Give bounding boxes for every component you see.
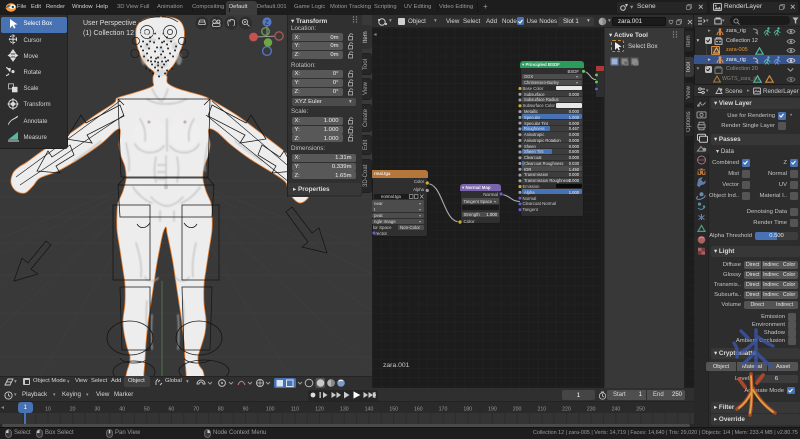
svg-text:150: 150 <box>389 406 398 412</box>
svg-text:20: 20 <box>70 406 76 412</box>
svg-text:80: 80 <box>218 406 224 412</box>
svg-text:190: 190 <box>488 406 497 412</box>
svg-text:210: 210 <box>537 406 546 412</box>
svg-text:User Perspective: User Perspective <box>83 20 136 27</box>
svg-text:30: 30 <box>95 406 101 412</box>
svg-text:110: 110 <box>291 406 299 412</box>
svg-text:40: 40 <box>119 406 125 412</box>
svg-text:(1) Collection 12 | zara-005: (1) Collection 12 | zara-005 <box>83 30 167 37</box>
svg-text:200: 200 <box>513 406 522 412</box>
svg-text:160: 160 <box>414 406 423 412</box>
svg-text:90: 90 <box>243 406 249 412</box>
svg-text:180: 180 <box>463 406 472 412</box>
svg-text:Z: Z <box>265 20 269 26</box>
svg-text:60: 60 <box>169 406 175 412</box>
svg-text:130: 130 <box>340 406 349 412</box>
svg-text:220: 220 <box>562 406 571 412</box>
svg-text:50: 50 <box>144 406 150 412</box>
svg-text:10: 10 <box>45 406 51 412</box>
svg-text:230: 230 <box>587 406 596 412</box>
svg-text:120: 120 <box>315 406 324 412</box>
svg-text:250: 250 <box>636 406 645 412</box>
svg-text:170: 170 <box>439 406 448 412</box>
svg-text:100: 100 <box>266 406 275 412</box>
svg-text:70: 70 <box>193 406 199 412</box>
svg-text:240: 240 <box>612 406 621 412</box>
svg-text:140: 140 <box>365 406 374 412</box>
